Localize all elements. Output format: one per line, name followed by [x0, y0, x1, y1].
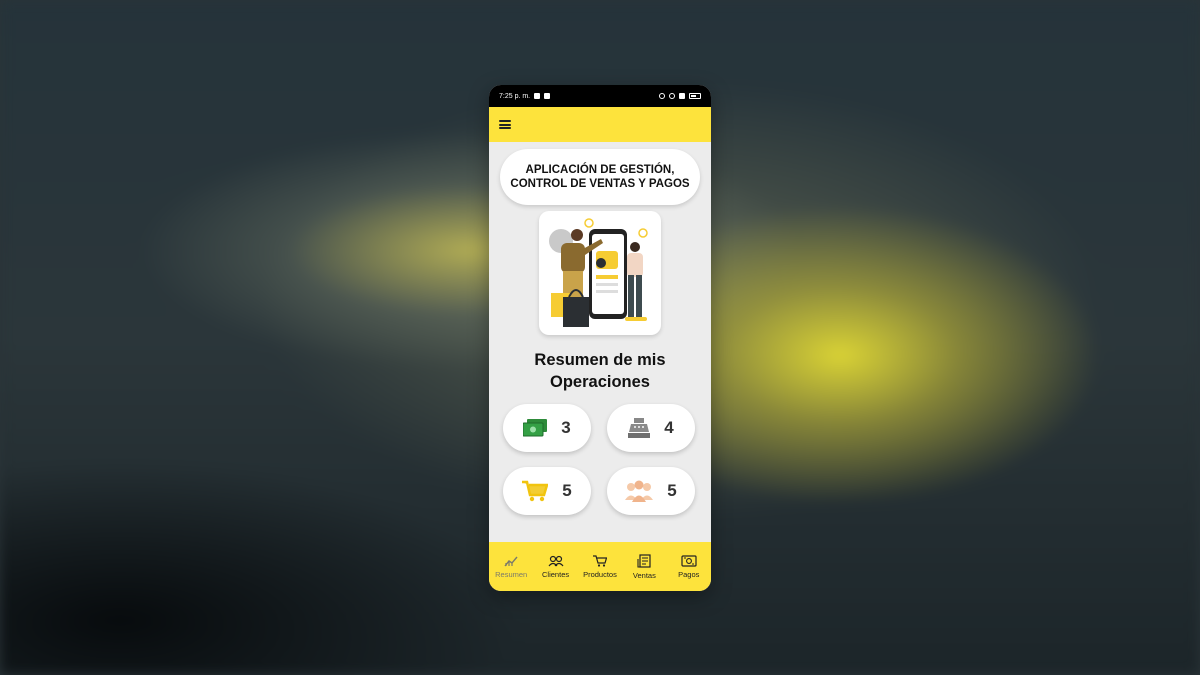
- nav-label: Ventas: [632, 570, 656, 580]
- menu-icon[interactable]: [499, 120, 511, 129]
- cart-icon: [522, 480, 549, 502]
- battery-icon: [689, 93, 701, 99]
- stat-value: 4: [664, 418, 674, 437]
- stat-value: 3: [561, 418, 571, 437]
- nav-label: Pagos: [678, 569, 700, 579]
- nav-item-ventas[interactable]: Ventas: [622, 553, 666, 580]
- stat-value: 5: [562, 481, 572, 500]
- nav-item-productos[interactable]: Productos: [578, 554, 622, 579]
- wifi-icon: [669, 93, 675, 99]
- nav-item-resumen[interactable]: Resumen: [489, 555, 533, 579]
- app-title-card: APLICACIÓN DE GESTIÓN, CONTROL DE VENTAS…: [500, 149, 700, 205]
- summary-heading-line2: Operaciones: [550, 373, 650, 391]
- nav-label: Clientes: [542, 569, 570, 579]
- alarm-icon: [659, 93, 665, 99]
- illustration-image: [539, 211, 661, 335]
- phone-screen: 7:25 p. m. APLICACIÓN DE GESTIÓN, CONTRO…: [489, 85, 711, 591]
- stat-card-products[interactable]: 5: [503, 467, 591, 515]
- main-content: APLICACIÓN DE GESTIÓN, CONTROL DE VENTAS…: [489, 142, 711, 542]
- nav-label: Productos: [583, 569, 617, 579]
- people-icon: [625, 480, 654, 502]
- money-icon: [523, 419, 548, 437]
- cash-register-icon: [628, 418, 651, 438]
- app-title-line2: CONTROL DE VENTAS Y PAGOS: [510, 178, 690, 190]
- notification-icon: [544, 93, 551, 99]
- users-icon: [548, 555, 564, 566]
- nav-item-clientes[interactable]: Clientes: [534, 555, 578, 579]
- chart-icon: [504, 556, 518, 566]
- app-title-line1: APLICACIÓN DE GESTIÓN,: [525, 164, 675, 176]
- app-bar: [489, 107, 711, 142]
- bottom-navigation: Resumen Clientes Productos Ventas Pagos: [489, 542, 711, 591]
- status-time: 7:25 p. m.: [499, 92, 531, 100]
- receipt-icon: [637, 553, 651, 568]
- stat-card-payments[interactable]: 3: [503, 404, 591, 452]
- status-bar: 7:25 p. m.: [489, 85, 711, 107]
- cart-icon: [592, 554, 607, 567]
- nav-item-pagos[interactable]: Pagos: [667, 554, 711, 579]
- nav-label: Resumen: [495, 569, 528, 579]
- summary-heading: Resumen de mis Operaciones: [489, 349, 711, 393]
- notification-icon: [534, 93, 541, 99]
- money-icon: [681, 554, 697, 567]
- stat-value: 5: [667, 481, 677, 500]
- stat-card-sales[interactable]: 4: [607, 404, 695, 452]
- summary-heading-line1: Resumen de mis: [534, 351, 666, 369]
- signal-icon: [679, 93, 685, 99]
- stat-card-clients[interactable]: 5: [607, 467, 695, 515]
